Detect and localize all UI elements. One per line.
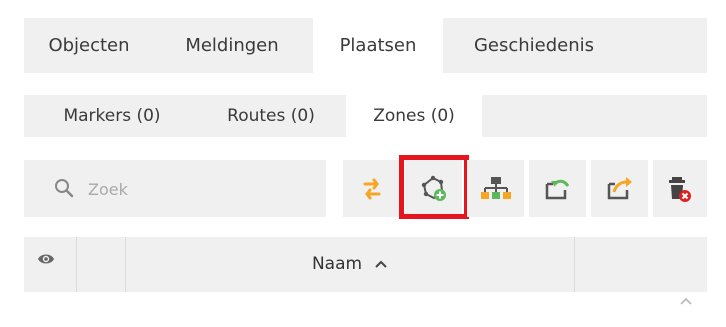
- tab-routes[interactable]: Routes (0): [202, 95, 340, 137]
- group-button[interactable]: [467, 160, 524, 217]
- tab-meldingen[interactable]: Meldingen: [161, 18, 303, 73]
- delete-all-button[interactable]: [653, 160, 707, 217]
- checkbox-column-header: [76, 237, 126, 292]
- tab-geschiedenis[interactable]: Geschiedenis: [449, 18, 619, 73]
- add-zone-icon: [421, 175, 446, 201]
- search-icon: [55, 179, 74, 198]
- tab-objecten[interactable]: Objecten: [24, 18, 154, 73]
- main-tab-bar: Objecten Meldingen Plaatsen Geschiedenis: [24, 18, 707, 73]
- sort-ascending-icon: [375, 260, 387, 268]
- delete-all-icon: [669, 176, 691, 202]
- export-button[interactable]: [591, 160, 648, 217]
- export-icon: [607, 176, 632, 199]
- scroll-up-button[interactable]: [674, 289, 698, 313]
- visibility-column-header[interactable]: [24, 237, 76, 292]
- eye-icon: [38, 254, 54, 264]
- search-box: [24, 160, 326, 217]
- tab-plaatsen[interactable]: Plaatsen: [313, 18, 443, 73]
- name-column-label: Naam: [311, 254, 363, 274]
- extra-column-header: [574, 237, 707, 292]
- refresh-icon: [363, 178, 380, 199]
- import-icon: [545, 179, 569, 199]
- chevron-up-icon: [680, 297, 692, 305]
- tab-markers[interactable]: Markers (0): [36, 95, 188, 137]
- import-button[interactable]: [529, 160, 586, 217]
- tab-zones[interactable]: Zones (0): [346, 95, 482, 137]
- refresh-button[interactable]: [343, 160, 400, 217]
- group-hierarchy-icon: [480, 176, 511, 199]
- table-header: Naam: [24, 237, 707, 292]
- add-zone-button[interactable]: [405, 160, 462, 217]
- sub-tab-bar: Markers (0) Routes (0) Zones (0): [24, 95, 707, 137]
- search-input[interactable]: [86, 174, 310, 204]
- name-column-header[interactable]: Naam: [126, 237, 574, 292]
